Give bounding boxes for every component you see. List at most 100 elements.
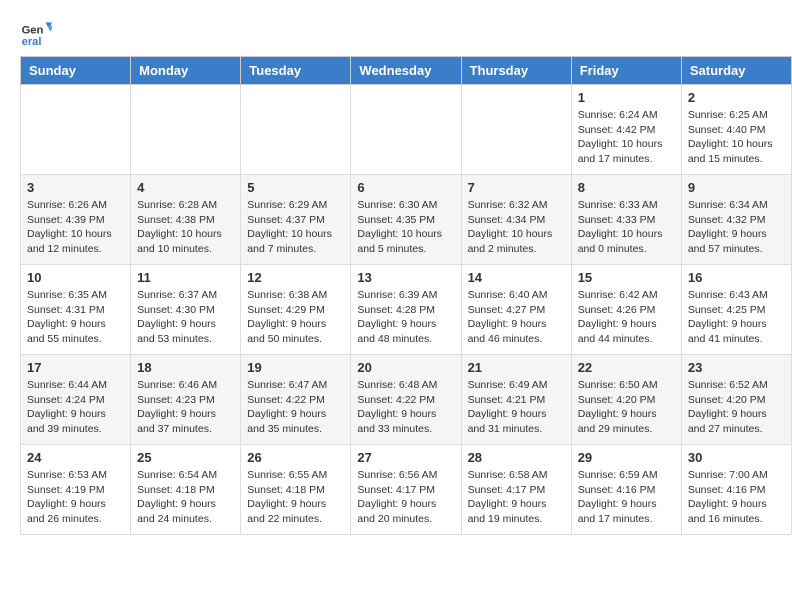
calendar-cell: 21Sunrise: 6:49 AM Sunset: 4:21 PM Dayli…	[461, 355, 571, 445]
day-info: Sunrise: 6:59 AM Sunset: 4:16 PM Dayligh…	[578, 468, 675, 527]
day-number: 17	[27, 360, 124, 375]
calendar-cell: 20 Sunrise: 6:48 AM Sunset: 4:22 PM Dayli…	[351, 355, 461, 445]
day-number: 26	[247, 450, 344, 465]
calendar-wrapper: SundayMondayTuesdayWednesdayThursdayFrid…	[0, 56, 792, 545]
weekday-header-monday: Monday	[131, 57, 241, 85]
calendar-cell: 16 Sunrise: 6:43 AM Sunset: 4:25 PM Dayli…	[681, 265, 791, 355]
day-info: Sunrise: 6:49 AM Sunset: 4:21 PM Dayligh…	[468, 378, 565, 437]
day-number: 22	[578, 360, 675, 375]
day-number: 19	[247, 360, 344, 375]
day-number: 4	[137, 180, 234, 195]
day-info: Sunrise: 7:00 AM Sunset: 4:16 PM Dayligh…	[688, 468, 785, 527]
calendar-cell	[351, 85, 461, 175]
calendar-week-4: 17 Sunrise: 6:44 AM Sunset: 4:24 PM Dayli…	[21, 355, 792, 445]
day-number: 29	[578, 450, 675, 465]
day-info: Sunrise: 6:38 AM Sunset: 4:29 PM Dayligh…	[247, 288, 344, 347]
day-number: 7	[468, 180, 565, 195]
day-info: Sunrise: 6:44 AM Sunset: 4:24 PM Dayligh…	[27, 378, 124, 437]
day-info: Sunrise: 6:52 AM Sunset: 4:20 PM Dayligh…	[688, 378, 785, 437]
day-number: 1	[578, 90, 675, 105]
day-number: 27	[357, 450, 454, 465]
day-number: 25	[137, 450, 234, 465]
day-number: 6	[357, 180, 454, 195]
weekday-header-friday: Friday	[571, 57, 681, 85]
calendar-cell	[461, 85, 571, 175]
day-number: 8	[578, 180, 675, 195]
day-info: Sunrise: 6:47 AM Sunset: 4:22 PM Dayligh…	[247, 378, 344, 437]
calendar-cell: 12 Sunrise: 6:38 AM Sunset: 4:29 PM Dayli…	[241, 265, 351, 355]
day-number: 15	[578, 270, 675, 285]
calendar-cell: 29 Sunrise: 6:59 AM Sunset: 4:16 PM Dayli…	[571, 445, 681, 535]
day-info: Sunrise: 6:32 AM Sunset: 4:34 PM Dayligh…	[468, 198, 565, 257]
calendar-week-3: 10 Sunrise: 6:35 AM Sunset: 4:31 PM Dayli…	[21, 265, 792, 355]
svg-text:eral: eral	[22, 36, 42, 48]
calendar-cell: 10 Sunrise: 6:35 AM Sunset: 4:31 PM Dayli…	[21, 265, 131, 355]
day-number: 5	[247, 180, 344, 195]
calendar-cell	[131, 85, 241, 175]
calendar-cell	[21, 85, 131, 175]
calendar-cell: 27 Sunrise: 6:56 AM Sunset: 4:17 PM Dayli…	[351, 445, 461, 535]
day-number: 10	[27, 270, 124, 285]
day-number: 18	[137, 360, 234, 375]
calendar-week-5: 24Sunrise: 6:53 AM Sunset: 4:19 PM Dayli…	[21, 445, 792, 535]
calendar-cell: 26 Sunrise: 6:55 AM Sunset: 4:18 PM Dayli…	[241, 445, 351, 535]
day-info: Sunrise: 6:55 AM Sunset: 4:18 PM Dayligh…	[247, 468, 344, 527]
calendar-header-row: SundayMondayTuesdayWednesdayThursdayFrid…	[21, 57, 792, 85]
weekday-header-sunday: Sunday	[21, 57, 131, 85]
day-number: 9	[688, 180, 785, 195]
calendar-cell: 22 Sunrise: 6:50 AM Sunset: 4:20 PM Dayli…	[571, 355, 681, 445]
calendar-cell: 23 Sunrise: 6:52 AM Sunset: 4:20 PM Dayli…	[681, 355, 791, 445]
weekday-header-wednesday: Wednesday	[351, 57, 461, 85]
day-info: Sunrise: 6:24 AM Sunset: 4:42 PM Dayligh…	[578, 108, 675, 167]
day-info: Sunrise: 6:34 AM Sunset: 4:32 PM Dayligh…	[688, 198, 785, 257]
calendar-cell: 3 Sunrise: 6:26 AM Sunset: 4:39 PM Daylig…	[21, 175, 131, 265]
calendar-cell: 15 Sunrise: 6:42 AM Sunset: 4:26 PM Dayli…	[571, 265, 681, 355]
calendar-cell	[241, 85, 351, 175]
day-info: Sunrise: 6:42 AM Sunset: 4:26 PM Dayligh…	[578, 288, 675, 347]
day-info: Sunrise: 6:26 AM Sunset: 4:39 PM Dayligh…	[27, 198, 124, 257]
day-info: Sunrise: 6:25 AM Sunset: 4:40 PM Dayligh…	[688, 108, 785, 167]
weekday-header-tuesday: Tuesday	[241, 57, 351, 85]
calendar-cell: 19 Sunrise: 6:47 AM Sunset: 4:22 PM Dayli…	[241, 355, 351, 445]
day-info: Sunrise: 6:56 AM Sunset: 4:17 PM Dayligh…	[357, 468, 454, 527]
calendar-cell: 17 Sunrise: 6:44 AM Sunset: 4:24 PM Dayli…	[21, 355, 131, 445]
day-number: 3	[27, 180, 124, 195]
day-info: Sunrise: 6:43 AM Sunset: 4:25 PM Dayligh…	[688, 288, 785, 347]
day-number: 28	[468, 450, 565, 465]
logo-icon: Gen eral	[20, 16, 52, 48]
day-number: 11	[137, 270, 234, 285]
day-number: 2	[688, 90, 785, 105]
page-header: Gen eral	[0, 0, 792, 56]
day-info: Sunrise: 6:48 AM Sunset: 4:22 PM Dayligh…	[357, 378, 454, 437]
day-info: Sunrise: 6:39 AM Sunset: 4:28 PM Dayligh…	[357, 288, 454, 347]
day-info: Sunrise: 6:54 AM Sunset: 4:18 PM Dayligh…	[137, 468, 234, 527]
day-info: Sunrise: 6:29 AM Sunset: 4:37 PM Dayligh…	[247, 198, 344, 257]
calendar-cell: 1 Sunrise: 6:24 AM Sunset: 4:42 PM Daylig…	[571, 85, 681, 175]
calendar-week-1: 1 Sunrise: 6:24 AM Sunset: 4:42 PM Daylig…	[21, 85, 792, 175]
weekday-header-thursday: Thursday	[461, 57, 571, 85]
calendar-week-2: 3 Sunrise: 6:26 AM Sunset: 4:39 PM Daylig…	[21, 175, 792, 265]
logo: Gen eral	[20, 16, 56, 48]
calendar-cell: 7 Sunrise: 6:32 AM Sunset: 4:34 PM Daylig…	[461, 175, 571, 265]
calendar-cell: 24Sunrise: 6:53 AM Sunset: 4:19 PM Dayli…	[21, 445, 131, 535]
day-info: Sunrise: 6:58 AM Sunset: 4:17 PM Dayligh…	[468, 468, 565, 527]
day-number: 12	[247, 270, 344, 285]
day-info: Sunrise: 6:46 AM Sunset: 4:23 PM Dayligh…	[137, 378, 234, 437]
day-info: Sunrise: 6:28 AM Sunset: 4:38 PM Dayligh…	[137, 198, 234, 257]
day-number: 16	[688, 270, 785, 285]
calendar-cell: 18 Sunrise: 6:46 AM Sunset: 4:23 PM Dayli…	[131, 355, 241, 445]
day-number: 20	[357, 360, 454, 375]
calendar-cell: 11 Sunrise: 6:37 AM Sunset: 4:30 PM Dayli…	[131, 265, 241, 355]
calendar-cell: 9 Sunrise: 6:34 AM Sunset: 4:32 PM Daylig…	[681, 175, 791, 265]
calendar-cell: 14Sunrise: 6:40 AM Sunset: 4:27 PM Dayli…	[461, 265, 571, 355]
calendar-cell: 4 Sunrise: 6:28 AM Sunset: 4:38 PM Daylig…	[131, 175, 241, 265]
day-number: 30	[688, 450, 785, 465]
calendar-cell: 28 Sunrise: 6:58 AM Sunset: 4:17 PM Dayli…	[461, 445, 571, 535]
day-number: 23	[688, 360, 785, 375]
weekday-header-saturday: Saturday	[681, 57, 791, 85]
day-info: Sunrise: 6:35 AM Sunset: 4:31 PM Dayligh…	[27, 288, 124, 347]
calendar-cell: 2 Sunrise: 6:25 AM Sunset: 4:40 PM Daylig…	[681, 85, 791, 175]
day-info: Sunrise: 6:50 AM Sunset: 4:20 PM Dayligh…	[578, 378, 675, 437]
day-info: Sunrise: 6:33 AM Sunset: 4:33 PM Dayligh…	[578, 198, 675, 257]
day-info: Sunrise: 6:37 AM Sunset: 4:30 PM Dayligh…	[137, 288, 234, 347]
